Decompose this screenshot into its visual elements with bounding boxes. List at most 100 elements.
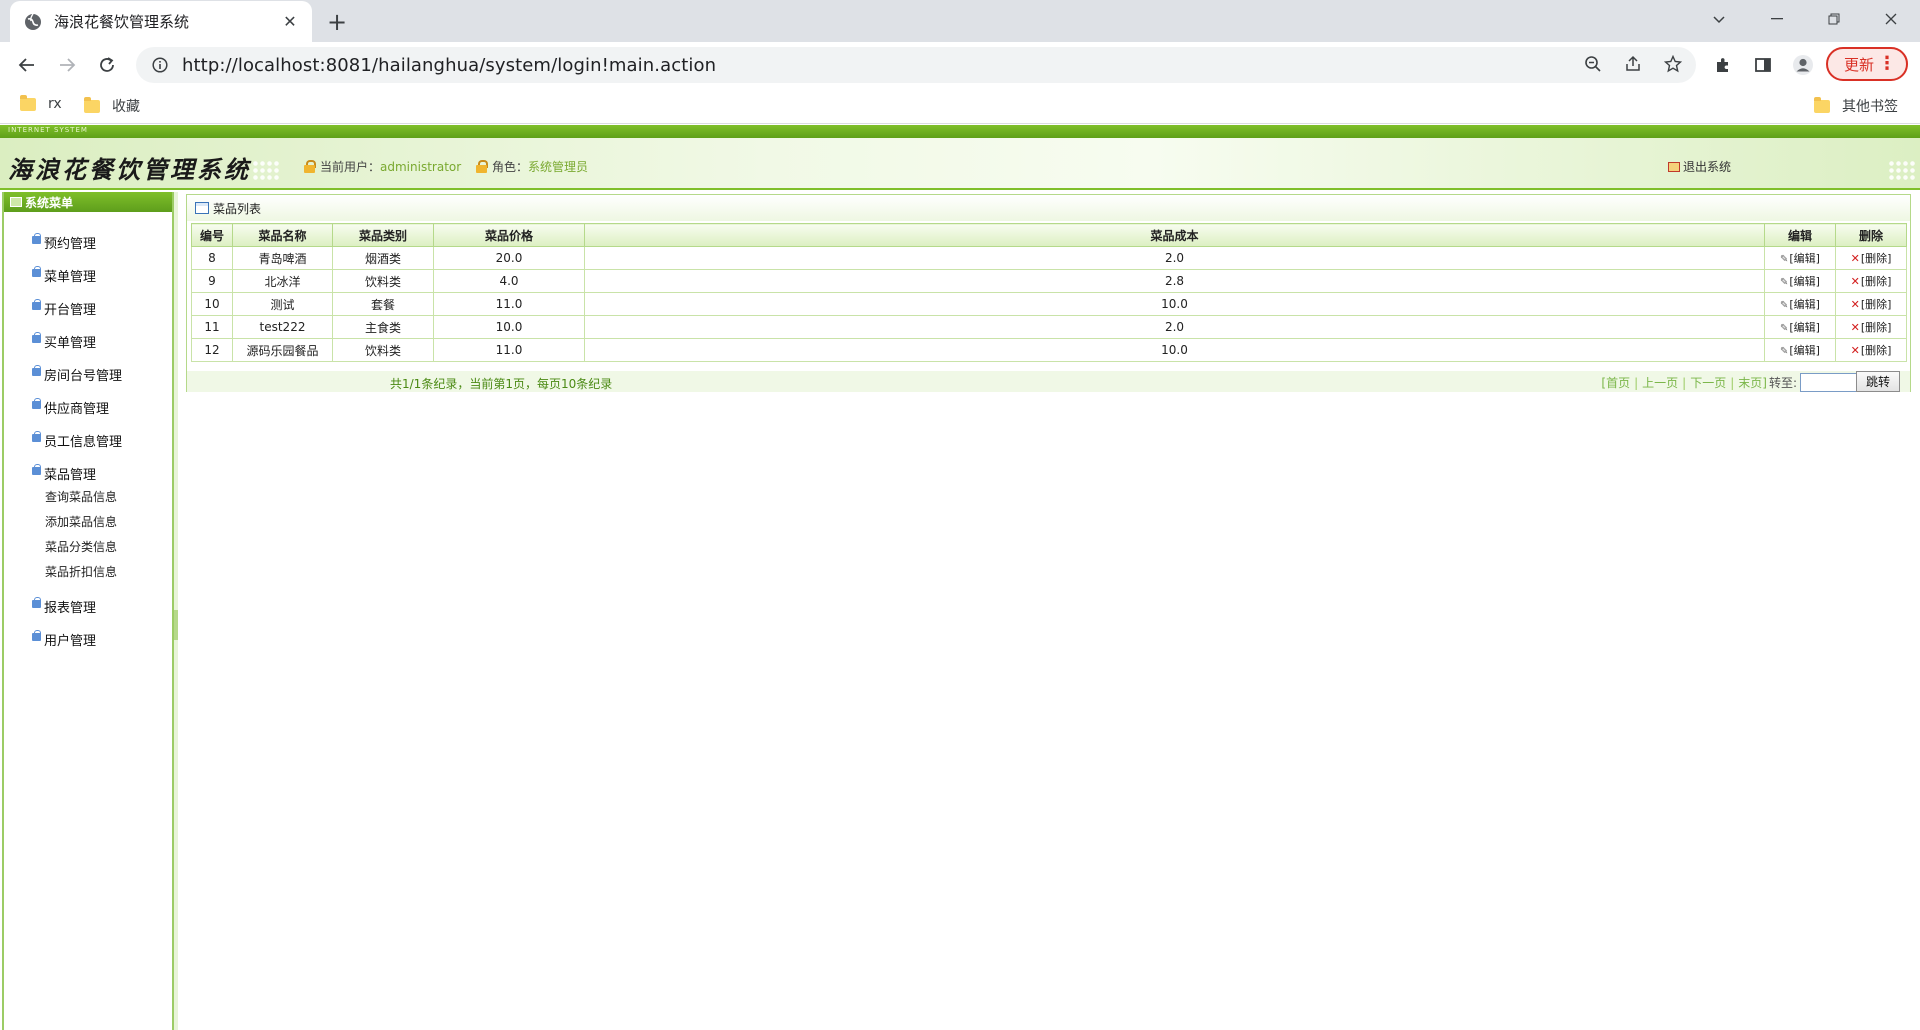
close-window-icon[interactable]	[1862, 0, 1919, 38]
edit-link[interactable]: [编辑]	[1780, 252, 1820, 265]
delete-link[interactable]: [删除]	[1851, 275, 1892, 288]
goto-label: 转至:	[1768, 376, 1797, 390]
restore-icon[interactable]	[1805, 0, 1862, 38]
extensions-icon[interactable]	[1708, 50, 1738, 80]
sidebar-item-menu[interactable]: 菜单管理	[4, 259, 172, 292]
forward-icon[interactable]	[50, 48, 84, 82]
goto-page-input[interactable]	[1800, 373, 1858, 392]
table-row: 8 青岛啤酒 烟酒类 20.0 2.0 [编辑] [删除]	[191, 246, 1907, 270]
share-icon[interactable]	[1618, 49, 1648, 79]
next-page-link[interactable]: 下一页	[1690, 374, 1726, 391]
app-header: 海浪花餐饮管理系统 当前用户： administrator 角色： 系统管理员 …	[0, 138, 1920, 190]
table-row: 11 test222 主食类 10.0 2.0 [编辑] [删除]	[191, 315, 1907, 339]
other-bookmarks[interactable]: 其他书签	[1814, 96, 1898, 116]
other-bookmarks-label: 其他书签	[1842, 99, 1898, 115]
table-row: 9 北冰洋 饮料类 4.0 2.8 [编辑] [删除]	[191, 269, 1907, 293]
bookmark-star-icon[interactable]	[1658, 49, 1688, 79]
column-header: 编辑	[1764, 223, 1836, 247]
submenu-item-add-dish[interactable]: 添加菜品信息	[4, 509, 172, 534]
current-user-info: 当前用户： administrator	[304, 158, 461, 175]
edit-link[interactable]: [编辑]	[1780, 344, 1820, 357]
browser-tab[interactable]: 海浪花餐饮管理系统 ✕	[10, 1, 312, 42]
bookmark-rx[interactable]: rx	[20, 94, 62, 112]
sidebar-item-checkout[interactable]: 买单管理	[4, 325, 172, 358]
delete-cell: [删除]	[1835, 292, 1907, 316]
sidebar-item-rooms[interactable]: 房间台号管理	[4, 358, 172, 391]
lock-icon	[32, 299, 42, 310]
cell-category: 套餐	[332, 292, 434, 316]
sidebar-item-label: 报表管理	[44, 601, 97, 616]
delete-cell: [删除]	[1835, 315, 1907, 339]
role-label: 角色：	[492, 160, 529, 174]
cell-price: 10.0	[433, 315, 585, 339]
profile-avatar-icon[interactable]	[1788, 50, 1818, 80]
zoom-icon[interactable]	[1578, 49, 1608, 79]
cell-price: 11.0	[433, 338, 585, 362]
bookmark-favorites[interactable]: 收藏	[84, 96, 140, 116]
logout-link[interactable]: 退出系统	[1668, 158, 1731, 175]
cell-cost: 10.0	[584, 292, 1765, 316]
new-tab-icon[interactable]: +	[322, 7, 352, 37]
last-page-link[interactable]: 末页]	[1738, 374, 1767, 391]
sidebar-item-suppliers[interactable]: 供应商管理	[4, 391, 172, 424]
delete-cell: [删除]	[1835, 246, 1907, 270]
sidebar: 系统菜单 预约管理 菜单管理 开台管理 买单管理 房间台号管理 供应商管理 员工…	[2, 192, 174, 1030]
edit-link[interactable]: [编辑]	[1780, 298, 1820, 311]
cell-id: 12	[191, 338, 233, 362]
delete-link[interactable]: [删除]	[1851, 298, 1892, 311]
submenu-list: 查询菜品信息 添加菜品信息 菜品分类信息 菜品折扣信息	[4, 484, 172, 584]
sidebar-splitter[interactable]	[174, 192, 178, 1030]
first-page-link[interactable]: [首页	[1601, 374, 1630, 391]
splitter-grip[interactable]	[174, 610, 178, 640]
submenu-item-dish-categories[interactable]: 菜品分类信息	[4, 534, 172, 559]
url-text[interactable]: http://localhost:8081/hailanghua/system/…	[182, 55, 716, 76]
separator: |	[1682, 375, 1687, 390]
cell-name: 青岛啤酒	[232, 246, 333, 270]
lock-icon	[32, 365, 42, 376]
separator: |	[1730, 375, 1735, 390]
sidebar-item-open-table[interactable]: 开台管理	[4, 292, 172, 325]
edit-cell: [编辑]	[1764, 269, 1836, 293]
sidebar-item-users[interactable]: 用户管理	[4, 623, 172, 656]
sidebar-item-reports[interactable]: 报表管理	[4, 590, 172, 623]
globe-icon	[24, 13, 42, 31]
submenu-item-query-dishes[interactable]: 查询菜品信息	[4, 484, 172, 509]
prev-page-link[interactable]: 上一页	[1642, 374, 1678, 391]
edit-cell: [编辑]	[1764, 246, 1836, 270]
cell-name: 北冰洋	[232, 269, 333, 293]
edit-link[interactable]: [编辑]	[1780, 321, 1820, 334]
update-button[interactable]: 更新 ⋮	[1826, 47, 1908, 81]
delete-link[interactable]: [删除]	[1851, 321, 1892, 334]
back-icon[interactable]	[10, 48, 44, 82]
site-info-icon[interactable]	[150, 55, 170, 75]
reload-icon[interactable]	[90, 48, 124, 82]
browser-tabstrip: 海浪花餐饮管理系统 ✕ +	[0, 0, 1920, 42]
sidebar-item-reservation[interactable]: 预约管理	[4, 226, 172, 259]
column-header: 编号	[191, 223, 233, 247]
bookmarks-bar: rx 收藏 其他书签	[0, 88, 1920, 124]
sidebar-item-staff[interactable]: 员工信息管理	[4, 424, 172, 457]
lock-icon	[32, 332, 42, 343]
cell-price: 11.0	[433, 292, 585, 316]
goto-button[interactable]: 跳转	[1856, 371, 1900, 392]
side-panel-icon[interactable]	[1748, 50, 1778, 80]
cell-category: 主食类	[332, 315, 434, 339]
edit-link[interactable]: [编辑]	[1780, 275, 1820, 288]
sidebar-item-label: 预约管理	[44, 237, 97, 252]
cell-category: 烟酒类	[332, 246, 434, 270]
delete-link[interactable]: [删除]	[1851, 344, 1892, 357]
column-header: 删除	[1835, 223, 1907, 247]
dish-list-panel: 菜品列表 编号 菜品名称 菜品类别 菜品价格 菜品成本 编辑 删除 8 青岛啤酒…	[186, 194, 1911, 392]
tab-close-icon[interactable]: ✕	[278, 10, 302, 34]
delete-link[interactable]: [删除]	[1851, 252, 1892, 265]
submenu-item-dish-discounts[interactable]: 菜品折扣信息	[4, 559, 172, 584]
minimize-icon[interactable]	[1748, 0, 1805, 38]
lock-icon	[32, 398, 42, 409]
more-menu-icon[interactable]: ⋮	[1878, 55, 1896, 73]
tab-search-icon[interactable]	[1690, 0, 1747, 38]
update-label: 更新	[1844, 55, 1875, 74]
address-bar[interactable]: http://localhost:8081/hailanghua/system/…	[136, 47, 1696, 83]
pagination-bar: 共1/1条纪录，当前第1页，每页10条纪录 [首页 | 上一页 | 下一页 | …	[187, 371, 1910, 392]
pagination-links: [首页 | 上一页 | 下一页 | 末页] 转至:	[1601, 373, 1858, 392]
cell-price: 4.0	[433, 269, 585, 293]
